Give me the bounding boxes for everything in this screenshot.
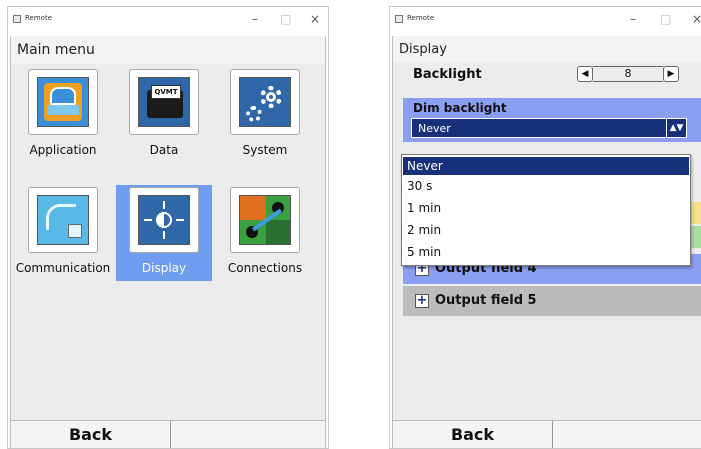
dropdown-option[interactable]: 30 s bbox=[403, 177, 689, 195]
app-icon bbox=[13, 15, 21, 23]
system-gears-icon bbox=[239, 77, 291, 127]
select-updown-icon[interactable]: ▲▼ bbox=[666, 119, 686, 137]
screen-footer: Back bbox=[11, 420, 325, 448]
tile-frame bbox=[230, 187, 300, 253]
remote-window-display: Remote – □ × Display Backlight ◀ 8 ▶ Dim… bbox=[389, 6, 701, 449]
output-field-5-row[interactable]: + Output field 5 bbox=[403, 286, 701, 316]
dropdown-option[interactable]: 5 min bbox=[403, 243, 689, 261]
dropdown-option[interactable]: Never bbox=[403, 157, 689, 175]
dim-backlight-dropdown-list: Never 30 s 1 min 2 min 5 min bbox=[401, 154, 691, 266]
tile-label: Application bbox=[29, 143, 97, 157]
page-title: Main menu bbox=[17, 42, 95, 58]
menu-tile-system[interactable]: System bbox=[217, 67, 313, 163]
dropdown-option[interactable]: 2 min bbox=[403, 221, 689, 239]
maximize-icon[interactable]: □ bbox=[660, 12, 671, 26]
tile-label: Communication bbox=[15, 261, 111, 275]
menu-tile-data[interactable]: QVMT Data bbox=[116, 67, 212, 163]
title-bar[interactable]: Remote – □ × bbox=[390, 7, 701, 35]
device-screen: Main menu Application QVMT Data System C… bbox=[10, 36, 326, 448]
tile-frame bbox=[230, 69, 300, 135]
tile-frame bbox=[129, 187, 199, 253]
tile-label: System bbox=[242, 143, 288, 157]
title-bar[interactable]: Remote – □ × bbox=[8, 7, 328, 35]
close-icon[interactable]: × bbox=[310, 12, 320, 26]
tile-label: Connections bbox=[227, 261, 303, 275]
back-button[interactable]: Back bbox=[11, 421, 171, 448]
minimize-icon[interactable]: – bbox=[252, 12, 258, 26]
tile-frame bbox=[28, 187, 98, 253]
tile-frame bbox=[28, 69, 98, 135]
close-icon[interactable]: × bbox=[692, 12, 701, 26]
dim-backlight-selected-value: Never bbox=[418, 122, 451, 135]
back-button[interactable]: Back bbox=[393, 421, 553, 448]
app-icon bbox=[395, 15, 403, 23]
dim-backlight-label: Dim backlight bbox=[413, 101, 507, 115]
output-field-label: Output field 5 bbox=[435, 293, 537, 308]
menu-tile-connections[interactable]: Connections bbox=[217, 185, 313, 281]
minimize-icon[interactable]: – bbox=[630, 12, 636, 26]
decrease-arrow-icon[interactable]: ◀ bbox=[577, 66, 593, 82]
window-title: Remote bbox=[407, 14, 435, 22]
tile-label: Display bbox=[141, 261, 187, 275]
display-brightness-icon bbox=[138, 195, 190, 245]
menu-tile-application[interactable]: Application bbox=[15, 67, 111, 163]
increase-arrow-icon[interactable]: ▶ bbox=[663, 66, 679, 82]
screen-header: Display bbox=[393, 36, 701, 62]
device-screen: Display Backlight ◀ 8 ▶ Dim backlight Ne… bbox=[392, 36, 701, 448]
tile-label: Data bbox=[149, 143, 179, 157]
communication-cable-icon bbox=[37, 195, 89, 245]
backlight-row: Backlight ◀ 8 ▶ bbox=[393, 62, 701, 86]
remote-window-main-menu: Remote – □ × Main menu Application QVMT … bbox=[7, 6, 329, 449]
backlight-label: Backlight bbox=[413, 67, 482, 82]
backlight-value: 8 bbox=[593, 66, 663, 82]
expand-plus-icon[interactable]: + bbox=[415, 294, 429, 308]
dim-backlight-panel: Dim backlight Never ▲▼ bbox=[403, 98, 701, 142]
tile-frame: QVMT bbox=[129, 69, 199, 135]
screen-footer: Back bbox=[393, 420, 701, 448]
menu-tile-communication[interactable]: Communication bbox=[15, 185, 111, 281]
dropdown-option[interactable]: 1 min bbox=[403, 199, 689, 217]
dim-backlight-select[interactable]: Never ▲▼ bbox=[411, 118, 687, 138]
window-title: Remote bbox=[25, 14, 53, 22]
menu-tile-display[interactable]: Display bbox=[116, 185, 212, 281]
application-icon bbox=[37, 77, 89, 127]
maximize-icon[interactable]: □ bbox=[280, 12, 291, 26]
page-title: Display bbox=[399, 42, 447, 57]
connections-icon bbox=[239, 195, 291, 245]
data-folder-icon: QVMT bbox=[138, 77, 190, 127]
screen-header: Main menu bbox=[11, 36, 325, 64]
